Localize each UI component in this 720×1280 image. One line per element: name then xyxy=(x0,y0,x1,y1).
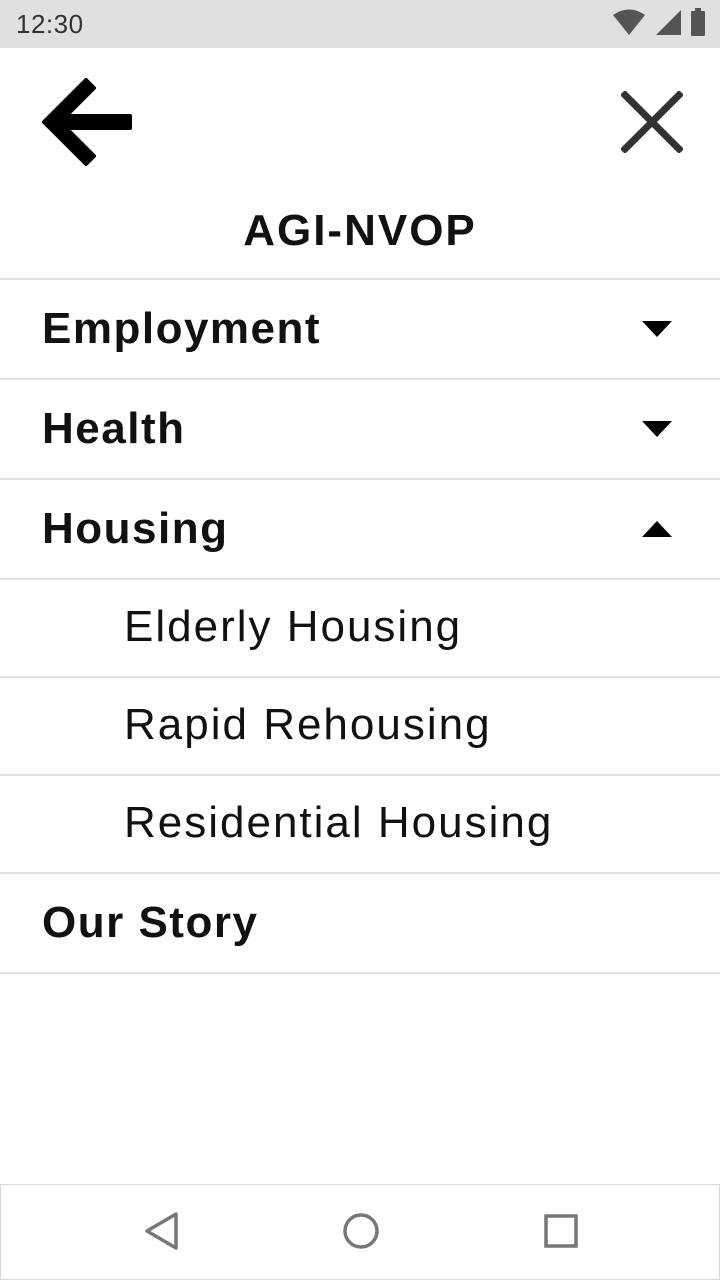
menu-item-employment[interactable]: Employment xyxy=(0,280,720,380)
submenu-item-label: Residential Housing xyxy=(124,798,554,847)
recents-square-icon xyxy=(544,1213,578,1253)
submenu-item-label: Rapid Rehousing xyxy=(124,700,492,749)
battery-icon xyxy=(690,7,706,41)
caret-down-icon xyxy=(642,321,672,337)
home-circle-icon xyxy=(342,1212,380,1255)
back-button[interactable] xyxy=(40,76,144,172)
status-time: 12:30 xyxy=(16,9,84,39)
back-triangle-icon xyxy=(143,1211,179,1256)
submenu-item-elderly-housing[interactable]: Elderly Housing xyxy=(0,580,720,678)
system-nav-bar xyxy=(0,1184,720,1280)
status-icons xyxy=(612,7,706,41)
close-icon xyxy=(620,89,684,158)
menu-item-label: Health xyxy=(42,404,186,453)
menu-item-our-story[interactable]: Our Story xyxy=(0,874,720,974)
nav-home-button[interactable] xyxy=(339,1211,383,1255)
arrow-left-icon xyxy=(42,76,142,173)
wifi-icon xyxy=(612,8,646,41)
status-bar: 12:30 xyxy=(0,0,720,48)
nav-back-button[interactable] xyxy=(139,1211,183,1255)
menu-item-label: Our Story xyxy=(42,898,259,947)
menu-item-label: Housing xyxy=(42,504,229,553)
site-title: AGI-NVOP xyxy=(243,206,477,255)
nav-recents-button[interactable] xyxy=(539,1211,583,1255)
menu-item-health[interactable]: Health xyxy=(0,380,720,480)
submenu-item-residential-housing[interactable]: Residential Housing xyxy=(0,776,720,874)
submenu-item-label: Elderly Housing xyxy=(124,602,463,651)
menu-item-housing[interactable]: Housing xyxy=(0,480,720,580)
close-button[interactable] xyxy=(612,84,692,164)
submenu-item-rapid-rehousing[interactable]: Rapid Rehousing xyxy=(0,678,720,776)
caret-down-icon xyxy=(642,421,672,437)
caret-up-icon xyxy=(642,521,672,537)
nav-menu: Employment Health Housing Elderly Housin… xyxy=(0,278,720,974)
toolbar xyxy=(0,48,720,198)
cell-signal-icon xyxy=(654,8,682,41)
menu-item-label: Employment xyxy=(42,304,322,353)
